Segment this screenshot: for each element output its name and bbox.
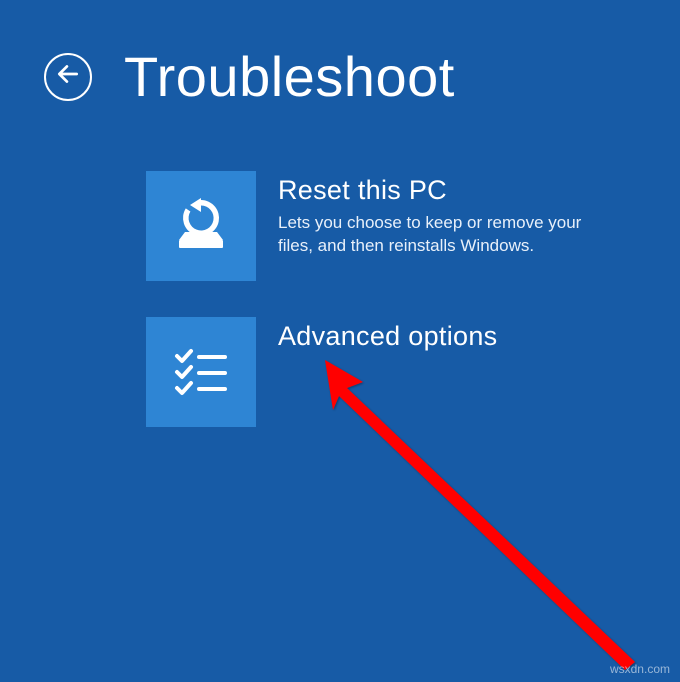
header-bar: Troubleshoot	[0, 0, 680, 109]
back-arrow-icon	[55, 61, 81, 92]
option-description: Lets you choose to keep or remove your f…	[278, 212, 608, 258]
reset-pc-icon	[146, 171, 256, 281]
option-advanced-options[interactable]: Advanced options	[146, 317, 680, 427]
option-reset-this-pc[interactable]: Reset this PC Lets you choose to keep or…	[146, 171, 680, 281]
option-text: Reset this PC Lets you choose to keep or…	[278, 171, 608, 258]
page-title: Troubleshoot	[124, 44, 455, 109]
option-text: Advanced options	[278, 317, 497, 358]
option-title: Advanced options	[278, 321, 497, 352]
back-button[interactable]	[44, 53, 92, 101]
advanced-options-icon	[146, 317, 256, 427]
watermark: wsxdn.com	[610, 662, 670, 676]
options-list: Reset this PC Lets you choose to keep or…	[146, 171, 680, 427]
option-title: Reset this PC	[278, 175, 608, 206]
